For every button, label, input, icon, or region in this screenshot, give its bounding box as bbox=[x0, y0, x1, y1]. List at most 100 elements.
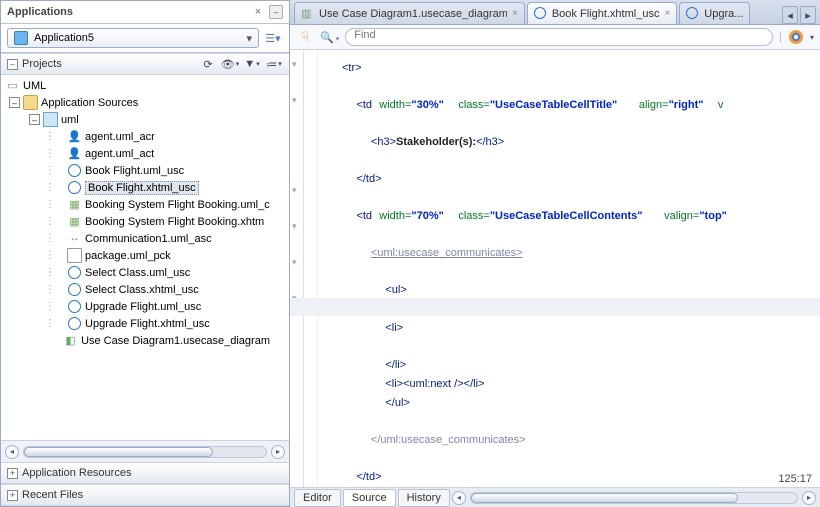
usecase-icon bbox=[67, 299, 82, 314]
class-diagram-icon bbox=[67, 214, 82, 229]
cursor-mode-button[interactable] bbox=[296, 28, 314, 46]
scroll-right-button[interactable]: ▸ bbox=[271, 445, 285, 459]
editor-hscroll-track[interactable] bbox=[470, 492, 798, 504]
bottom-tab-editor[interactable]: Editor bbox=[294, 489, 341, 507]
find-input[interactable] bbox=[354, 29, 764, 41]
projects-section-header[interactable]: – Projects ⟳ 👁▾ ▼▾ ≔▾ bbox=[1, 53, 289, 75]
tree-tool-refresh[interactable]: ⟳ bbox=[199, 55, 217, 73]
tree-horizontal-scrollbar[interactable]: ◂ ▸ bbox=[1, 440, 289, 462]
application-options-button[interactable]: ☰▾ bbox=[263, 28, 283, 48]
uml-project-icon bbox=[5, 78, 20, 93]
fold-gutter[interactable] bbox=[290, 50, 304, 487]
code-editor[interactable]: <tr> <td width="30%" class="UseCaseTable… bbox=[290, 50, 820, 487]
expand-toggle-icon[interactable]: + bbox=[7, 468, 18, 479]
class-diagram-icon bbox=[67, 197, 82, 212]
find-separator: | bbox=[779, 31, 782, 43]
panel-minimize-button[interactable]: – bbox=[269, 5, 283, 19]
find-options-button[interactable]: 🔍▾ bbox=[320, 31, 339, 44]
expander-icon[interactable]: – bbox=[9, 97, 20, 108]
recent-files-label: Recent Files bbox=[22, 489, 83, 501]
communication-icon bbox=[67, 231, 82, 246]
tab-upgrade-truncated[interactable]: Upgra... bbox=[679, 2, 750, 24]
tree-root-uml[interactable]: UML bbox=[1, 77, 289, 94]
editor-pane: Use Case Diagram1.usecase_diagram × Book… bbox=[290, 0, 820, 507]
tree-item[interactable]: ⋮ agent.uml_acr bbox=[1, 128, 289, 145]
tree-item[interactable]: ⋮ package.uml_pck bbox=[1, 247, 289, 264]
editor-hscroll-thumb[interactable] bbox=[471, 493, 738, 503]
tree-tool-sort[interactable]: ≔▾ bbox=[265, 55, 283, 73]
usecase-icon bbox=[67, 282, 82, 297]
current-line-highlight bbox=[290, 298, 820, 316]
annotation-gutter bbox=[304, 50, 318, 487]
tab-label: Book Flight.xhtml_usc bbox=[552, 8, 660, 20]
application-resources-label: Application Resources bbox=[22, 467, 131, 479]
tab-label: Upgra... bbox=[704, 8, 743, 20]
tree-tool-filter[interactable]: ▼▾ bbox=[243, 55, 261, 73]
tab-usecase-diagram[interactable]: Use Case Diagram1.usecase_diagram × bbox=[294, 2, 525, 24]
usecase-icon bbox=[67, 265, 82, 280]
expand-toggle-icon[interactable]: + bbox=[7, 490, 18, 501]
tab-scroll-right[interactable]: ▸ bbox=[800, 6, 816, 24]
scroll-left-button[interactable]: ◂ bbox=[5, 445, 19, 459]
projects-label: Projects bbox=[22, 58, 62, 70]
tab-label: Use Case Diagram1.usecase_diagram bbox=[319, 8, 507, 20]
tab-close-icon[interactable]: × bbox=[512, 8, 518, 19]
tree-item[interactable]: ⋮ Select Class.xhtml_usc bbox=[1, 281, 289, 298]
application-selector[interactable]: Application5 ▾ bbox=[7, 28, 259, 48]
tab-scroll-left[interactable]: ◂ bbox=[782, 6, 798, 24]
applications-header: Applications × – bbox=[1, 1, 289, 24]
tree-item[interactable]: ⋮ Booking System Flight Booking.xhtm bbox=[1, 213, 289, 230]
scroll-left-button[interactable]: ◂ bbox=[452, 491, 466, 505]
expander-icon[interactable]: – bbox=[29, 114, 40, 125]
cursor-position-status: 125:17 bbox=[778, 473, 812, 485]
diagram-icon bbox=[63, 333, 78, 348]
scroll-track[interactable] bbox=[23, 446, 267, 458]
collapse-toggle-icon[interactable]: – bbox=[7, 59, 18, 70]
tree-item[interactable]: Use Case Diagram1.usecase_diagram bbox=[1, 332, 289, 349]
browser-preview-button[interactable] bbox=[788, 29, 804, 45]
folder-icon bbox=[23, 95, 38, 110]
usecase-icon bbox=[686, 7, 699, 20]
bottom-tab-history[interactable]: History bbox=[398, 489, 450, 507]
code-content[interactable]: <tr> <td width="30%" class="UseCaseTable… bbox=[290, 50, 820, 487]
usecase-icon bbox=[67, 180, 82, 195]
browser-dropdown-caret[interactable]: ▾ bbox=[810, 33, 814, 42]
tab-close-icon[interactable]: × bbox=[664, 8, 670, 19]
recent-files-section[interactable]: + Recent Files bbox=[1, 484, 289, 506]
usecase-icon bbox=[67, 316, 82, 331]
tree-item[interactable]: ⋮ Select Class.uml_usc bbox=[1, 264, 289, 281]
application-resources-section[interactable]: + Application Resources bbox=[1, 462, 289, 484]
tab-scroll-tools: ◂ ▸ bbox=[782, 6, 820, 24]
application-selector-row: Application5 ▾ ☰▾ bbox=[1, 24, 289, 53]
tree-folder-appsources[interactable]: – Application Sources bbox=[1, 94, 289, 111]
usecase-icon bbox=[534, 7, 547, 20]
find-toolbar: 🔍▾ | ▾ bbox=[290, 24, 820, 50]
applications-title: Applications bbox=[7, 6, 73, 18]
bottom-tab-source[interactable]: Source bbox=[343, 489, 396, 507]
scroll-right-button[interactable]: ▸ bbox=[802, 491, 816, 505]
package-icon bbox=[43, 112, 58, 127]
tree-tool-working-sets[interactable]: 👁▾ bbox=[221, 55, 239, 73]
panel-close-icon[interactable]: × bbox=[251, 5, 265, 19]
actor-icon bbox=[67, 129, 82, 144]
editor-tab-bar: Use Case Diagram1.usecase_diagram × Book… bbox=[290, 0, 820, 24]
project-navigator-pane: Applications × – Application5 ▾ ☰▾ – Pro… bbox=[0, 0, 290, 507]
gear-icon: ☰▾ bbox=[265, 32, 280, 45]
tree-item[interactable]: ⋮ Booking System Flight Booking.uml_c bbox=[1, 196, 289, 213]
find-input-wrapper[interactable] bbox=[345, 28, 773, 46]
scroll-thumb[interactable] bbox=[24, 447, 213, 457]
dropdown-caret-icon: ▾ bbox=[246, 32, 252, 45]
editor-bottom-bar: Editor Source History ◂ ▸ bbox=[290, 487, 820, 507]
application-icon bbox=[14, 31, 28, 45]
tree-item-selected[interactable]: ⋮ Book Flight.xhtml_usc bbox=[1, 179, 289, 196]
tree-package-uml[interactable]: – uml bbox=[1, 111, 289, 128]
project-tree[interactable]: UML – Application Sources – uml ⋮ agent.… bbox=[1, 75, 289, 440]
tree-item[interactable]: ⋮ Communication1.uml_asc bbox=[1, 230, 289, 247]
tree-item[interactable]: ⋮ Book Flight.uml_usc bbox=[1, 162, 289, 179]
diagram-icon bbox=[301, 7, 314, 20]
actor-icon bbox=[67, 146, 82, 161]
tree-item[interactable]: ⋮ Upgrade Flight.xhtml_usc bbox=[1, 315, 289, 332]
tab-book-flight-active[interactable]: Book Flight.xhtml_usc × bbox=[527, 2, 677, 24]
tree-item[interactable]: ⋮ agent.uml_act bbox=[1, 145, 289, 162]
tree-item[interactable]: ⋮ Upgrade Flight.uml_usc bbox=[1, 298, 289, 315]
